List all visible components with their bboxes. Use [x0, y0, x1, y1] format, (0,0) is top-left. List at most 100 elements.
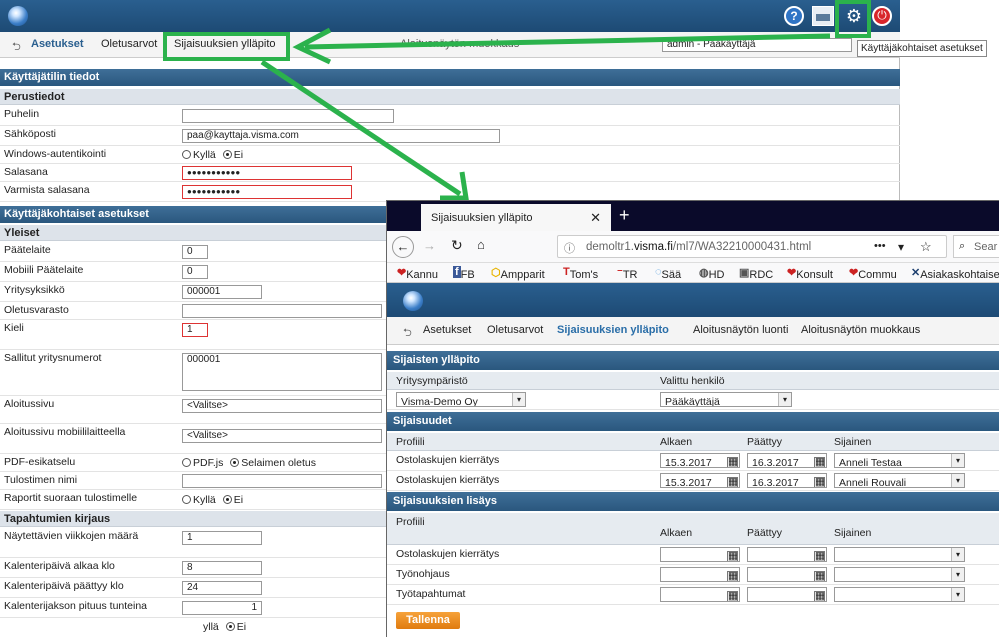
calendar-icon[interactable]: ▦: [814, 571, 825, 581]
url-path: /ml7/WA32210000431.html: [672, 241, 812, 253]
paattyy-date-field[interactable]: ▦: [747, 587, 827, 602]
table-row: Ostolaskujen kierrätys 15.3.2017 ▦ 16.3.2…: [387, 471, 999, 491]
calendar-icon[interactable]: ▦: [727, 591, 738, 601]
star-icon[interactable]: ☆: [920, 239, 932, 255]
bookmark-label: Asiakaskohtaise: [920, 269, 999, 281]
alkaen-date-field[interactable]: 15.3.2017 ▦: [660, 473, 740, 488]
henkilo-select[interactable]: Pääkäyttäjä ▾: [660, 392, 792, 407]
bookmark-hd[interactable]: ◍ HD: [699, 266, 725, 281]
calendar-icon[interactable]: ▦: [727, 551, 738, 561]
save-button[interactable]: Tallenna: [396, 612, 460, 629]
bookmarks-bar: ❤ Kannu f FB ⬡ Ampparit T Tom's ⁻ TR ◌ S…: [387, 263, 999, 283]
table-row: Ostolaskujen kierrätys 15.3.2017 ▦ 16.3.2…: [387, 451, 999, 471]
back-icon[interactable]: ←: [392, 236, 414, 258]
bookmark-asiakaskohtaise[interactable]: ✕ Asiakaskohtaise: [911, 266, 999, 281]
nav-oletusarvot[interactable]: Oletusarvot: [487, 324, 543, 336]
calendar-icon[interactable]: ▦: [814, 591, 825, 601]
yllapito-row: Visma-Demo Oy ▾ Pääkäyttäjä ▾: [387, 390, 999, 410]
row-profiili: Ostolaskujen kierrätys: [396, 548, 500, 560]
alkaen-date-field[interactable]: ▦: [660, 587, 740, 602]
url-bar: ← → ↻ ⌂ ⓘ demoltr1.visma.fi/ml7/WA322100…: [387, 231, 999, 263]
calendar-icon[interactable]: ▦: [814, 551, 825, 561]
sijainen-select[interactable]: ▾: [834, 587, 965, 602]
forward-icon[interactable]: →: [423, 238, 436, 253]
paattyy-date-field[interactable]: 16.3.2017 ▦: [747, 453, 827, 468]
bookmark-ampparit[interactable]: ⬡ Ampparit: [491, 266, 545, 281]
nav-asetukset[interactable]: Asetukset: [423, 324, 471, 336]
bookmark-kannu[interactable]: ❤ Kannu: [397, 266, 438, 281]
sijainen-select[interactable]: ▾: [834, 567, 965, 582]
calendar-icon[interactable]: ▦: [727, 457, 738, 467]
chevron-down-icon: ▾: [951, 548, 964, 561]
calendar-icon[interactable]: ▦: [814, 457, 825, 467]
bookmark-commu[interactable]: ❤ Commu: [849, 266, 897, 281]
yritys-select[interactable]: Visma-Demo Oy ▾: [396, 392, 526, 407]
tab-strip: Sijaisuuksien ylläpito ✕ +: [387, 201, 999, 231]
paattyy-value: 16.3.2017: [752, 477, 799, 488]
bookmark-label: Konsult: [796, 269, 833, 281]
calendar-icon[interactable]: ▦: [814, 477, 825, 487]
col-profiili: Profiili: [396, 516, 425, 528]
col-alkaen: Alkaen: [660, 527, 693, 539]
browser-window: Sijaisuuksien ylläpito ✕ + ← → ↻ ⌂ ⓘ dem…: [386, 200, 999, 637]
yritys-value: Visma-Demo Oy: [401, 396, 478, 407]
address-field[interactable]: ⓘ demoltr1.visma.fi/ml7/WA32210000431.ht…: [557, 235, 947, 258]
browser-tab[interactable]: Sijaisuuksien ylläpito ✕: [421, 204, 611, 231]
url-text: demoltr1.visma.fi/ml7/WA32210000431.html: [586, 241, 811, 253]
search-icon: ⌕: [959, 240, 966, 252]
alkaen-date-field[interactable]: ▦: [660, 567, 740, 582]
table-row: Ostolaskujen kierrätys ▦ ▦ ▾: [387, 545, 999, 565]
paattyy-date-field[interactable]: ▦: [747, 567, 827, 582]
close-icon[interactable]: ✕: [590, 210, 601, 226]
arrow-line-diag: [260, 59, 462, 197]
visma-logo: [403, 291, 423, 311]
bookmark-tr[interactable]: ⁻ TR: [617, 266, 637, 281]
bookmark-label: FB: [460, 269, 475, 281]
search-box[interactable]: ⌕ Sear: [953, 235, 999, 258]
back-icon[interactable]: ⮌: [403, 324, 412, 343]
col-yritysymparisto: Yritysympäristö: [396, 375, 468, 387]
info-icon[interactable]: ⓘ: [564, 240, 575, 256]
col-alkaen: Alkaen: [660, 436, 693, 448]
bookmark-label: RDC: [749, 269, 774, 281]
paattyy-date-field[interactable]: 16.3.2017 ▦: [747, 473, 827, 488]
browser-app-header: [387, 283, 999, 317]
chevron-down-icon: ▾: [951, 474, 964, 487]
chevron-down-icon: ▾: [778, 393, 791, 406]
table-row: Työnohjaus ▦ ▦ ▾: [387, 565, 999, 585]
sijainen-select[interactable]: ▾: [834, 547, 965, 562]
bookmark-rdc[interactable]: ▣ RDC: [739, 266, 773, 281]
new-tab-icon[interactable]: +: [619, 205, 630, 226]
reload-icon[interactable]: ↻: [451, 237, 463, 254]
calendar-icon[interactable]: ▦: [727, 571, 738, 581]
bookmark-label: TR: [622, 269, 638, 281]
row-profiili: Työnohjaus: [396, 568, 450, 580]
row-profiili: Ostolaskujen kierrätys: [396, 454, 500, 466]
table-row: Työtapahtumat ▦ ▦ ▾: [387, 585, 999, 605]
bookmark-fb[interactable]: f FB: [453, 266, 475, 281]
alkaen-date-field[interactable]: 15.3.2017 ▦: [660, 453, 740, 468]
row-profiili: Ostolaskujen kierrätys: [396, 474, 500, 486]
nav-aloitus-muokkaus[interactable]: Aloitusnäytön muokkaus: [801, 324, 920, 336]
col-sijainen: Sijainen: [834, 436, 872, 448]
paattyy-date-field[interactable]: ▦: [747, 547, 827, 562]
calendar-icon[interactable]: ▦: [727, 477, 738, 487]
chevron-down-icon: ▾: [951, 588, 964, 601]
home-icon[interactable]: ⌂: [477, 237, 485, 252]
sijainen-select[interactable]: Anneli Rouvali ▾: [834, 473, 965, 488]
alkaen-value: 15.3.2017: [665, 457, 712, 468]
pocket-icon[interactable]: ▾: [898, 240, 904, 254]
nav-aloitus-luonti[interactable]: Aloitusnäytön luonti: [693, 324, 788, 336]
alkaen-date-field[interactable]: ▦: [660, 547, 740, 562]
bookmark-saa[interactable]: ◌ Sää: [655, 266, 681, 281]
bookmark-konsult[interactable]: ❤ Konsult: [787, 266, 833, 281]
bookmark-toms[interactable]: T Tom's: [563, 266, 598, 281]
sijainen-select[interactable]: Anneli Testaa ▾: [834, 453, 965, 468]
bookmark-label: Sää: [661, 269, 682, 281]
paattyy-value: 16.3.2017: [752, 457, 799, 468]
browser-settings-nav: ⮌ Asetukset Oletusarvot Sijaisuuksien yl…: [387, 317, 999, 345]
nav-sijaisuudet[interactable]: Sijaisuuksien ylläpito: [557, 324, 669, 336]
chevron-down-icon: ▾: [951, 568, 964, 581]
more-icon[interactable]: •••: [874, 240, 886, 252]
bookmark-label: Kannu: [406, 269, 439, 281]
